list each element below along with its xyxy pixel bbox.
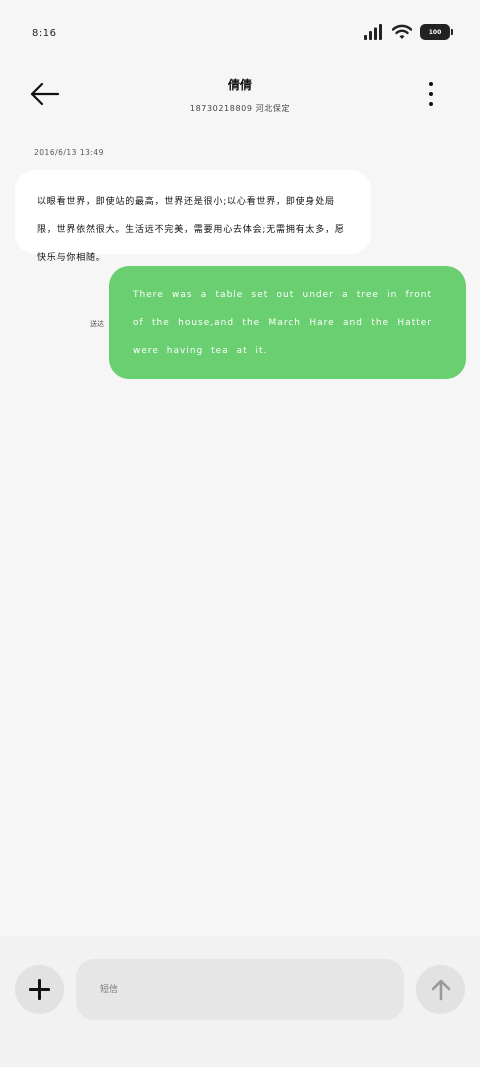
incoming-message-bubble[interactable]: 以眼看世界，即使站的最高，世界还是很小;以心看世界，即使身处局限，世界依然很大。…	[15, 170, 371, 263]
battery-level: 100	[428, 28, 442, 36]
status-time: 8:16	[32, 28, 57, 39]
more-dot	[429, 82, 433, 86]
arrow-up-icon	[431, 979, 450, 1000]
wifi-icon	[392, 24, 412, 39]
contact-subtitle: 18730218809 河北保定	[189, 104, 291, 113]
cellular-signal-icon	[364, 24, 382, 40]
more-dot	[429, 92, 433, 96]
conversation-header: 倩倩 18730218809 河北保定	[0, 66, 480, 132]
outgoing-message-bubble[interactable]: There was a table set out under a tree i…	[109, 266, 466, 379]
message-timestamp: 2016/6/13 13:49	[34, 148, 104, 157]
status-icons: 100	[364, 24, 453, 40]
battery-icon: 100	[420, 24, 453, 40]
add-attachment-button[interactable]	[15, 965, 64, 1014]
more-options-button[interactable]	[420, 80, 442, 108]
message-input[interactable]	[76, 959, 404, 1020]
more-dot	[429, 102, 433, 106]
send-button[interactable]	[416, 965, 465, 1014]
contact-name: 倩倩	[227, 78, 252, 92]
delivery-status: 送达	[90, 320, 104, 328]
status-bar: 8:16 100	[0, 0, 480, 66]
